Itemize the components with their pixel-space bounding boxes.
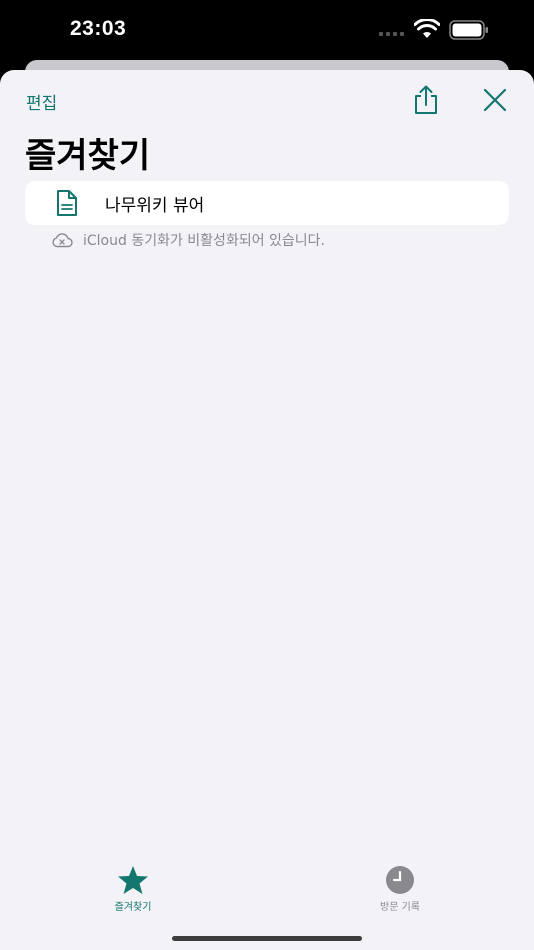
list-item-label: 나무위키 뷰어 xyxy=(105,196,205,216)
wifi-icon xyxy=(414,19,440,38)
edit-button[interactable]: 편집 xyxy=(26,89,57,114)
close-icon xyxy=(483,88,507,112)
tab-favorites[interactable]: 즐겨찾기 xyxy=(73,865,193,915)
share-button[interactable] xyxy=(412,84,440,116)
list-item[interactable]: 나무위키 뷰어 xyxy=(25,181,509,225)
tab-history-label: 방문 기록 xyxy=(380,902,420,913)
status-bar: 23:03 xyxy=(0,0,534,60)
icloud-sync-note: iCloud 동기화가 비활성화되어 있습니다. xyxy=(51,230,325,250)
home-indicator xyxy=(172,936,362,941)
page-title: 즐겨찾기 xyxy=(25,136,151,176)
close-button[interactable] xyxy=(482,87,508,113)
status-time: 23:03 xyxy=(70,17,127,40)
cloud-off-icon xyxy=(52,232,73,247)
share-icon xyxy=(415,85,437,114)
clock-icon xyxy=(386,866,414,894)
sync-note-text: iCloud 동기화가 비활성화되어 있습니다. xyxy=(83,233,325,249)
document-icon xyxy=(57,190,77,216)
star-icon xyxy=(118,866,148,894)
battery-icon xyxy=(449,20,488,40)
cellular-signal-icon xyxy=(379,32,404,36)
tab-history[interactable]: 방문 기록 xyxy=(340,865,460,915)
tab-bar: 즐겨찾기 방문 기록 xyxy=(0,865,534,915)
tab-favorites-label: 즐겨찾기 xyxy=(114,902,152,913)
favorites-sheet: 편집 즐겨찾기 나무위키 뷰어 iCloud 동기화가 비활성화되어 있습니다. xyxy=(0,70,534,950)
